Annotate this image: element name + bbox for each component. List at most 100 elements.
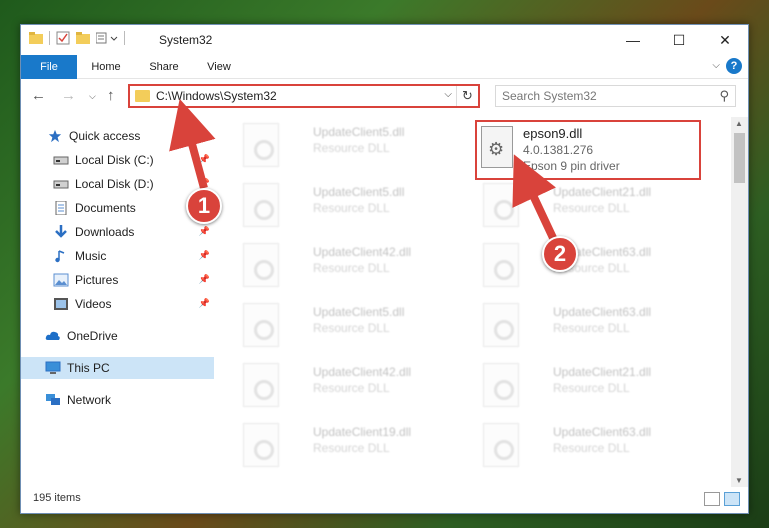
sidebar-item-pictures[interactable]: Pictures 📌 <box>21 269 214 291</box>
file-description: Resource DLL <box>313 321 390 335</box>
sidebar-item-documents[interactable]: Documents 📌 <box>21 197 214 219</box>
sidebar-item-local-disk-d[interactable]: Local Disk (D:) 📌 <box>21 173 214 195</box>
file-description: Resource DLL <box>553 441 630 455</box>
documents-icon <box>55 201 67 215</box>
scroll-up-icon[interactable]: ▲ <box>735 119 743 128</box>
file-item[interactable]: UpdateClient63.dll Resource DLL <box>483 243 705 295</box>
file-name: epson9.dll <box>523 126 583 141</box>
dll-file-icon <box>243 243 279 287</box>
refresh-icon[interactable]: ↻ <box>456 86 478 106</box>
toolbar-divider <box>124 31 125 45</box>
dll-file-icon <box>483 363 519 407</box>
sidebar-item-label: This PC <box>67 361 110 375</box>
sidebar-item-label: Network <box>67 393 112 407</box>
pin-icon[interactable]: 📌 <box>199 226 210 237</box>
tab-view[interactable]: View <box>195 55 243 79</box>
file-item[interactable]: UpdateClient5.dll Resource DLL <box>243 303 465 355</box>
address-bar[interactable]: C:\Windows\System32 ⌵ ↻ <box>128 84 480 108</box>
maximize-button[interactable]: ☐ <box>656 25 702 55</box>
close-button[interactable]: ✕ <box>702 25 748 55</box>
file-item[interactable]: UpdateClient63.dll Resource DLL <box>483 303 705 355</box>
dll-file-icon <box>243 183 279 227</box>
status-bar: 195 items <box>21 487 748 513</box>
sidebar-item-label: Pictures <box>75 273 119 287</box>
up-arrow-icon[interactable]: ↑ <box>107 87 115 104</box>
customize-toolbar-icon[interactable] <box>96 32 118 44</box>
sidebar-item-music[interactable]: Music 📌 <box>21 245 214 267</box>
new-folder-icon[interactable] <box>76 32 90 44</box>
file-item[interactable]: UpdateClient5.dll Resource DLL <box>243 183 465 235</box>
expand-ribbon-icon[interactable]: ⌵ <box>712 60 720 71</box>
file-item[interactable]: UpdateClient21.dll Resource DLL <box>483 183 705 235</box>
dll-file-icon <box>483 243 519 287</box>
window-controls: — ☐ ✕ <box>610 25 748 55</box>
pin-icon[interactable]: 📌 <box>199 250 210 261</box>
forward-arrow-icon[interactable]: → <box>61 87 76 104</box>
sidebar-item-local-disk-c[interactable]: Local Disk (C:) 📌 <box>21 149 214 171</box>
tab-file[interactable]: File <box>21 55 77 79</box>
address-path[interactable]: C:\Windows\System32 <box>156 89 277 103</box>
scrollbar-thumb[interactable] <box>734 133 745 183</box>
file-description: Resource DLL <box>313 381 390 395</box>
file-description: Resource DLL <box>313 261 390 275</box>
sidebar-item-this-pc[interactable]: This PC <box>21 357 214 379</box>
sidebar-item-label: Music <box>75 249 107 263</box>
recent-locations-chevron-icon[interactable]: ⌵ <box>89 91 96 102</box>
sidebar-item-label: Quick access <box>69 129 141 143</box>
help-icon[interactable]: ? <box>726 58 742 74</box>
pin-icon[interactable]: 📌 <box>199 154 210 165</box>
toolbar-divider <box>49 31 50 45</box>
sidebar-item-downloads[interactable]: Downloads 📌 <box>21 221 214 243</box>
sidebar-item-network[interactable]: Network <box>21 389 214 411</box>
file-name: UpdateClient63.dll <box>553 425 652 439</box>
details-view-icon[interactable] <box>704 492 720 506</box>
sidebar-item-quick-access[interactable]: Quick access <box>21 125 214 147</box>
properties-icon[interactable] <box>56 31 70 45</box>
tab-share[interactable]: Share <box>139 55 189 79</box>
pin-icon[interactable]: 📌 <box>199 274 210 285</box>
pin-icon[interactable]: 📌 <box>199 298 210 309</box>
file-description: Resource DLL <box>313 441 390 455</box>
download-icon <box>55 225 67 238</box>
chevron-down-icon[interactable]: ⌵ <box>444 89 452 100</box>
minimize-button[interactable]: — <box>610 25 656 55</box>
tiles-view-icon[interactable] <box>724 492 740 506</box>
file-description: Resource DLL <box>553 321 630 335</box>
file-item-epson9-dll[interactable]: ⚙ epson9.dll 4.0.1381.276 Epson 9 pin dr… <box>475 120 701 180</box>
navigation-pane: Quick access Local Disk (C:) 📌 Local Dis… <box>21 117 216 487</box>
folder-icon[interactable] <box>29 32 43 44</box>
dll-file-icon <box>243 123 279 167</box>
back-arrow-icon[interactable]: ← <box>31 87 46 104</box>
pictures-icon <box>53 273 69 287</box>
videos-icon <box>54 298 68 310</box>
file-name: UpdateClient42.dll <box>313 365 412 379</box>
dll-file-icon <box>483 183 519 227</box>
file-item[interactable]: UpdateClient21.dll Resource DLL <box>483 363 705 415</box>
file-item[interactable]: UpdateClient42.dll Resource DLL <box>243 243 465 295</box>
dll-file-icon <box>243 363 279 407</box>
sidebar-item-label: OneDrive <box>67 329 118 343</box>
file-description: Resource DLL <box>553 201 630 215</box>
tab-home[interactable]: Home <box>81 55 131 79</box>
ribbon: File Home Share View ⌵ ? <box>21 55 748 79</box>
search-icon[interactable]: ⚲ <box>719 88 729 104</box>
file-name: UpdateClient63.dll <box>553 305 652 319</box>
file-item[interactable]: UpdateClient63.dll Resource DLL <box>483 423 705 475</box>
gear-icon: ⚙ <box>488 139 505 159</box>
search-input[interactable]: Search System32 ⚲ <box>495 85 736 107</box>
file-name: UpdateClient21.dll <box>553 365 652 379</box>
sidebar-item-videos[interactable]: Videos 📌 <box>21 293 214 315</box>
file-item[interactable]: UpdateClient19.dll Resource DLL <box>243 423 465 475</box>
file-list: UpdateClient5.dll Resource DLL UpdateCli… <box>217 117 732 487</box>
star-icon <box>48 129 62 143</box>
file-name: UpdateClient21.dll <box>553 185 652 199</box>
quick-access-toolbar <box>29 31 125 45</box>
file-item[interactable]: UpdateClient5.dll Resource DLL <box>243 123 465 175</box>
scroll-down-icon[interactable]: ▼ <box>735 476 743 485</box>
sidebar-item-onedrive[interactable]: OneDrive <box>21 325 214 347</box>
dll-file-icon <box>483 303 519 347</box>
search-placeholder: Search System32 <box>502 89 597 103</box>
vertical-scrollbar[interactable]: ▲ ▼ <box>731 117 748 487</box>
file-item[interactable]: UpdateClient42.dll Resource DLL <box>243 363 465 415</box>
annotation-marker-2: 2 <box>542 236 578 272</box>
